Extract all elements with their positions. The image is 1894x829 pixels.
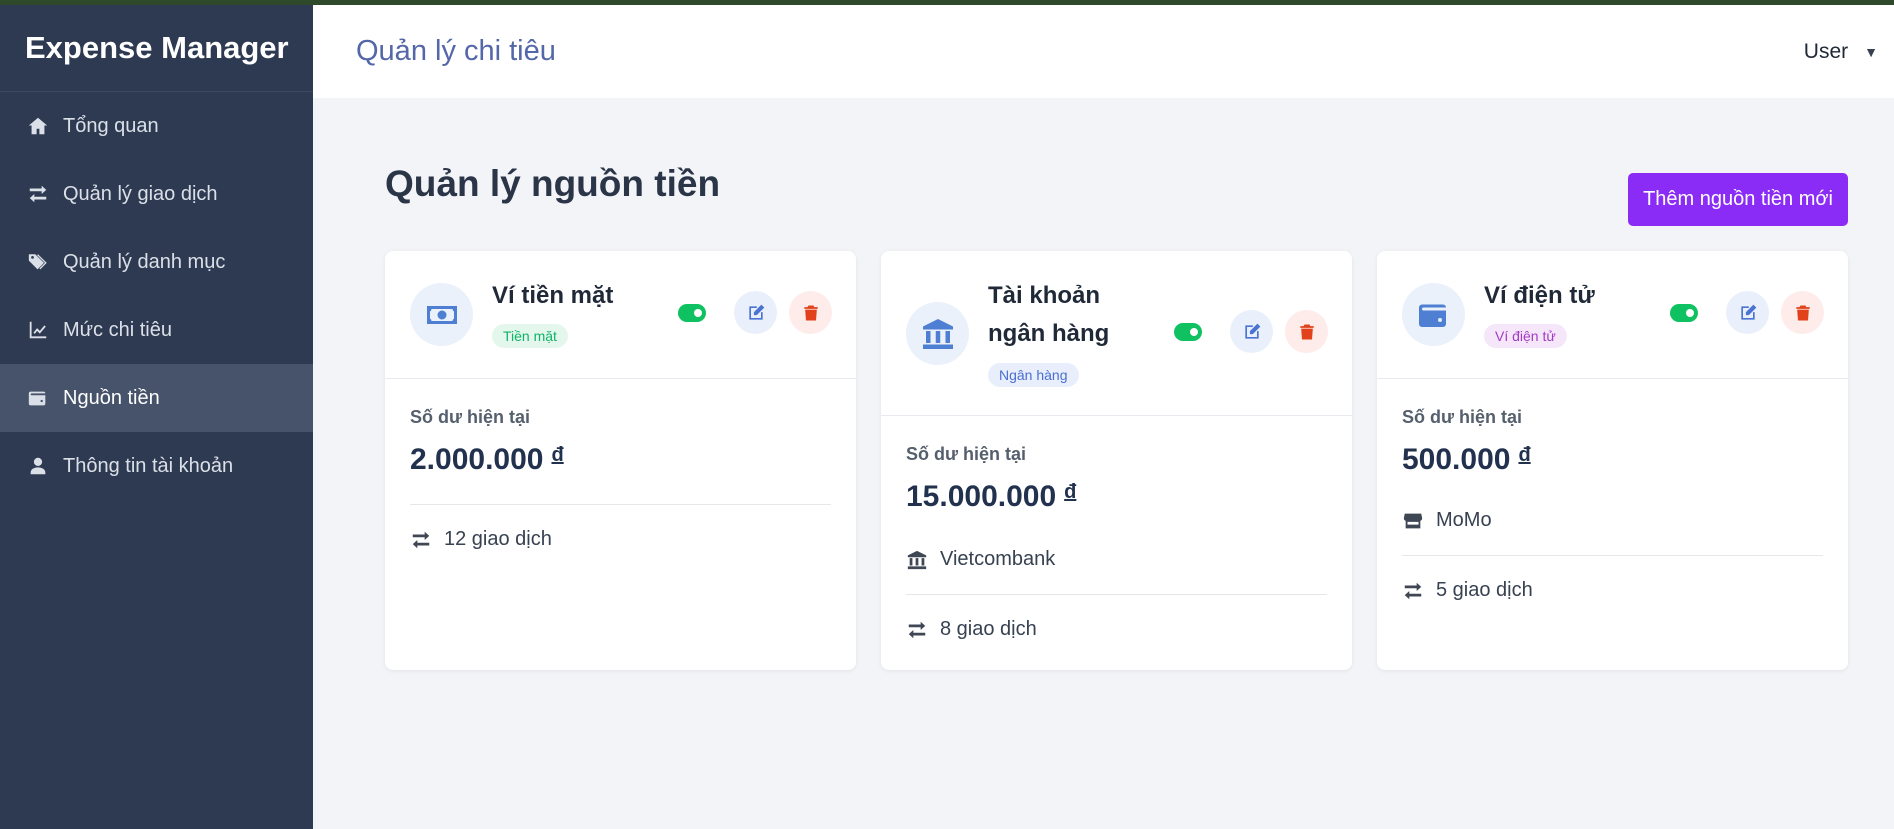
- source-type-badge: Tiền mặt: [492, 324, 568, 348]
- balance-amount: 500.000: [1402, 443, 1511, 476]
- divider: [906, 594, 1327, 595]
- sidebar-item-label: Thông tin tài khoản: [63, 454, 234, 477]
- source-name-line1: Tài khoản: [988, 282, 1101, 309]
- exchange-icon: [26, 182, 50, 206]
- currency-symbol: đ: [1064, 481, 1077, 503]
- brand-logo[interactable]: Expense Manager: [0, 0, 313, 92]
- provider-info: Vietcombank: [906, 548, 1055, 571]
- chart-line-icon: [26, 318, 50, 342]
- trash-icon: [1299, 324, 1314, 339]
- trash-icon: [1795, 305, 1810, 320]
- transaction-count: 12 giao dịch: [410, 528, 552, 551]
- balance-value: 500.000 đ: [1402, 443, 1531, 477]
- transaction-count-text: 8 giao dịch: [940, 618, 1037, 640]
- sidebar-item-transactions[interactable]: Quản lý giao dịch: [0, 160, 313, 228]
- user-icon: [26, 454, 50, 478]
- active-toggle[interactable]: [1174, 323, 1202, 341]
- currency-symbol: đ: [551, 444, 564, 466]
- source-name-line2: ngân hàng: [988, 320, 1110, 347]
- add-source-button[interactable]: Thêm nguồn tiền mới: [1628, 173, 1848, 226]
- edit-icon: [1740, 304, 1756, 320]
- delete-button[interactable]: [1781, 291, 1824, 334]
- sidebar-item-money-sources[interactable]: Nguồn tiền: [0, 364, 313, 432]
- active-toggle[interactable]: [1670, 304, 1698, 322]
- balance-label: Số dư hiện tại: [1402, 407, 1523, 427]
- exchange-icon: [1404, 582, 1422, 599]
- money-bill-icon: [410, 283, 473, 346]
- edit-button[interactable]: [1230, 310, 1273, 353]
- provider-name: MoMo: [1436, 509, 1492, 531]
- bank-icon: [906, 302, 969, 365]
- edit-icon: [748, 304, 764, 320]
- currency-symbol: đ: [1518, 444, 1531, 466]
- sidebar-item-account-info[interactable]: Thông tin tài khoản: [0, 432, 313, 500]
- source-name: Ví tiền mặt: [492, 282, 614, 309]
- transaction-count-text: 12 giao dịch: [444, 528, 552, 550]
- sidebar-item-overview[interactable]: Tổng quan: [0, 92, 313, 160]
- sidebar-nav: Tổng quan Quản lý giao dịch Quản lý danh…: [0, 92, 313, 500]
- card-header: Ví điện tử Ví điện tử: [1377, 251, 1848, 379]
- provider-info: MoMo: [1402, 509, 1492, 532]
- balance-amount: 15.000.000: [906, 480, 1057, 513]
- sidebar-item-label: Quản lý danh mục: [63, 250, 226, 273]
- store-icon: [1403, 513, 1423, 528]
- delete-button[interactable]: [1285, 310, 1328, 353]
- user-label: User: [1803, 39, 1849, 63]
- source-card-ewallet: Ví điện tử Ví điện tử Số dư hiện tại 500…: [1377, 251, 1848, 670]
- active-toggle[interactable]: [678, 304, 706, 322]
- header-title: Quản lý chi tiêu: [356, 35, 556, 67]
- divider: [1402, 555, 1823, 556]
- page-title: Quản lý nguồn tiền: [385, 163, 721, 204]
- exchange-icon: [908, 621, 926, 638]
- balance-value: 2.000.000 đ: [410, 443, 564, 477]
- source-name: Tài khoản ngân hàng: [988, 277, 1109, 353]
- transaction-count: 8 giao dịch: [906, 618, 1037, 641]
- top-strip: [0, 0, 1894, 5]
- exchange-icon: [412, 531, 430, 548]
- sidebar-item-label: Quản lý giao dịch: [63, 182, 218, 205]
- transaction-count: 5 giao dịch: [1402, 579, 1533, 602]
- source-card-cash: Ví tiền mặt Tiền mặt Số dư hiện tại 2.00…: [385, 251, 856, 670]
- balance-label: Số dư hiện tại: [906, 444, 1027, 464]
- trash-icon: [803, 305, 818, 320]
- sidebar-item-label: Tổng quan: [63, 114, 159, 137]
- wallet-icon: [1402, 283, 1465, 346]
- edit-button[interactable]: [1726, 291, 1769, 334]
- sidebar-item-label: Mức chi tiêu: [63, 318, 172, 341]
- sidebar-item-label: Nguồn tiền: [63, 386, 160, 409]
- transaction-count-text: 5 giao dịch: [1436, 579, 1533, 601]
- edit-icon: [1244, 323, 1260, 339]
- provider-name: Vietcombank: [940, 548, 1056, 570]
- source-name: Ví điện tử: [1484, 282, 1595, 309]
- balance-value: 15.000.000 đ: [906, 480, 1076, 514]
- card-header: Tài khoản ngân hàng Ngân hàng: [881, 251, 1352, 416]
- user-menu[interactable]: User ▼: [1804, 40, 1878, 64]
- caret-down-icon: ▼: [1864, 43, 1878, 60]
- sidebar-item-categories[interactable]: Quản lý danh mục: [0, 228, 313, 296]
- home-icon: [26, 114, 50, 138]
- top-header: Quản lý chi tiêu User ▼: [313, 5, 1894, 98]
- tags-icon: [26, 250, 50, 274]
- source-type-badge: Ví điện tử: [1484, 324, 1567, 348]
- source-card-bank: Tài khoản ngân hàng Ngân hàng Số dư hiện…: [881, 251, 1352, 670]
- card-header: Ví tiền mặt Tiền mặt: [385, 251, 856, 379]
- source-type-badge: Ngân hàng: [988, 363, 1079, 387]
- bank-icon: [907, 550, 927, 569]
- balance-amount: 2.000.000: [410, 443, 544, 476]
- sidebar: Expense Manager Tổng quan Quản lý giao d…: [0, 0, 313, 829]
- wallet-icon: [26, 386, 50, 410]
- sidebar-item-spending-limit[interactable]: Mức chi tiêu: [0, 296, 313, 364]
- delete-button[interactable]: [789, 291, 832, 334]
- divider: [410, 504, 831, 505]
- balance-label: Số dư hiện tại: [410, 407, 531, 427]
- edit-button[interactable]: [734, 291, 777, 334]
